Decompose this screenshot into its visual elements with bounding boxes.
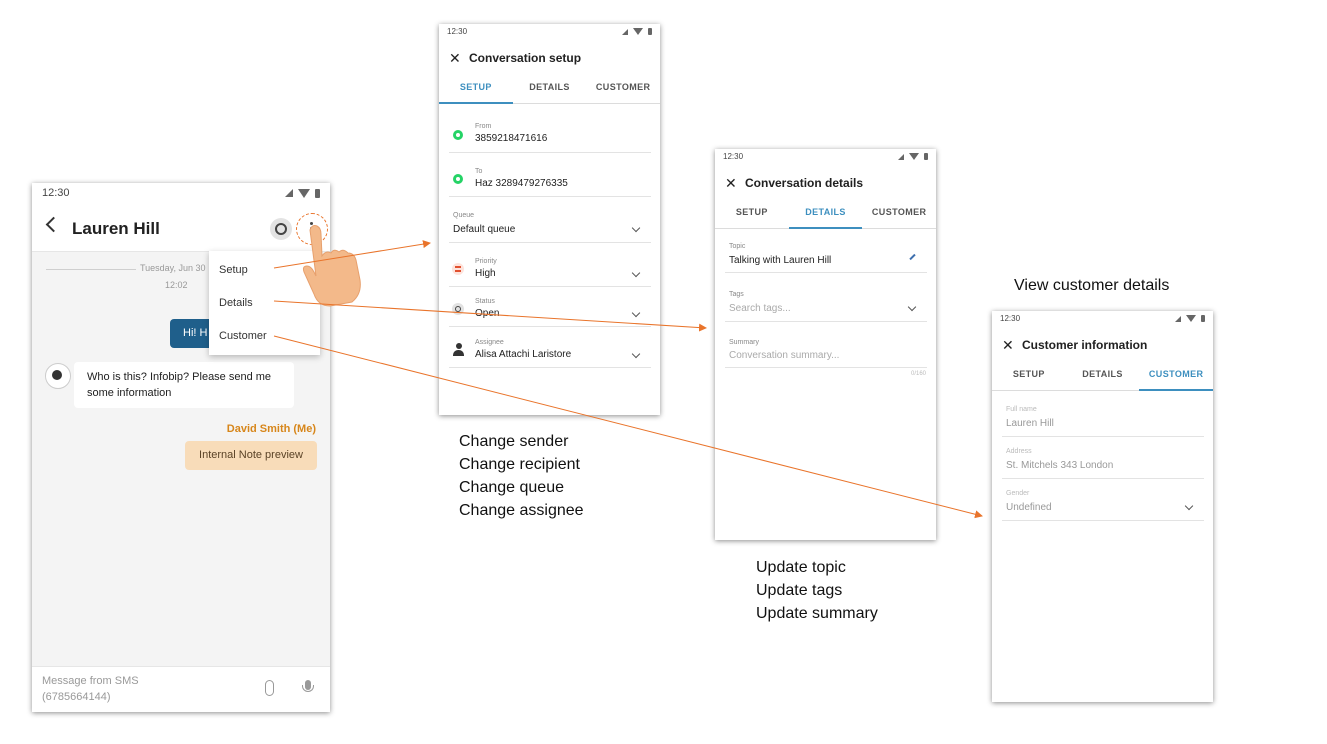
customer-caption: View customer details — [1014, 274, 1169, 297]
details-caption: Update topic Update tags Update summary — [756, 556, 878, 625]
arrow-to-details — [273, 300, 707, 332]
caption-line: Update topic — [756, 559, 846, 576]
caption-line: Change queue — [459, 479, 564, 496]
flow-arrows — [273, 240, 983, 519]
caption-line: Change recipient — [459, 456, 580, 473]
arrow-to-setup — [273, 240, 431, 269]
caption-line: Change sender — [459, 433, 569, 450]
caption-line: Update summary — [756, 605, 878, 622]
setup-caption: Change sender Change recipient Change qu… — [459, 430, 584, 522]
caption-line: Update tags — [756, 582, 843, 599]
arrow-to-customer — [273, 335, 983, 519]
caption-line: Change assignee — [459, 502, 584, 519]
caption-line: View customer details — [1014, 277, 1170, 294]
